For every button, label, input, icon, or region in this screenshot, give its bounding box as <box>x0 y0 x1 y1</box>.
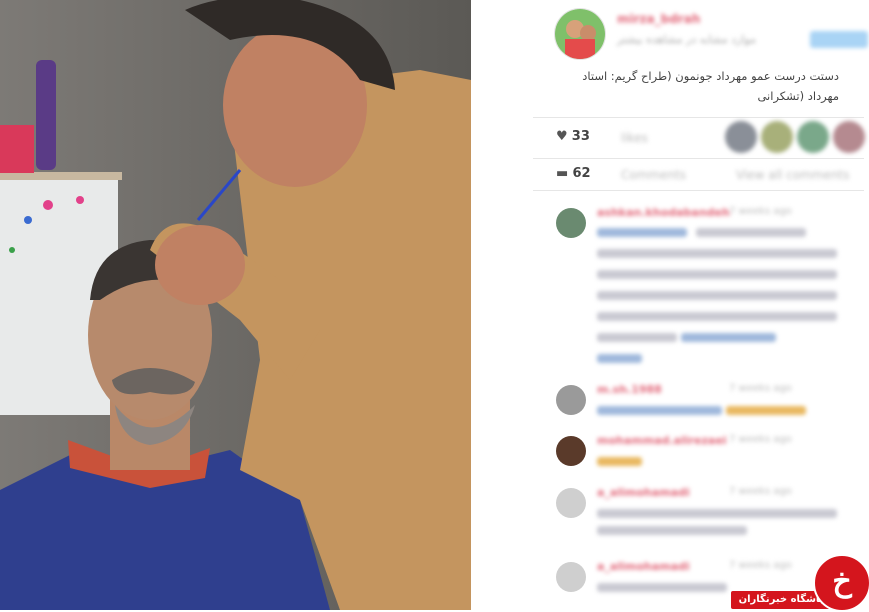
view-all-comments-link[interactable]: View all comments <box>736 168 849 182</box>
commenter-avatar[interactable] <box>556 562 586 592</box>
comment-username[interactable]: ashkan.khodabandeh <box>597 206 730 219</box>
liker-avatar[interactable] <box>761 121 793 153</box>
comment-text-line <box>597 354 642 363</box>
likers-row[interactable] <box>725 121 865 153</box>
commenter-avatar[interactable] <box>556 208 586 238</box>
comment-text-line <box>696 228 806 237</box>
comment-text-line <box>597 312 837 321</box>
divider <box>533 117 864 118</box>
comment-emoji-line <box>726 406 806 415</box>
comment-text-line <box>681 333 776 342</box>
comments-stat[interactable]: ▬ 62 <box>556 166 591 181</box>
likes-label: likes <box>621 131 648 145</box>
watermark-logo: خ <box>813 554 869 612</box>
post-caption: دستت درست عمو مهرداد جونمون (طراح گریم: … <box>582 69 839 103</box>
comment-time: 7 weeks ago <box>729 434 792 445</box>
liker-avatar[interactable] <box>797 121 829 153</box>
comment-text-line <box>597 333 677 342</box>
comment-item: m.sh.1988 7 weeks ago <box>556 383 866 425</box>
comment-time: 7 weeks ago <box>729 383 792 394</box>
comment-item: ashkan.khodabandeh 7 weeks ago <box>556 206 866 368</box>
comment-username[interactable]: m.sh.1988 <box>597 383 662 396</box>
comment-bubble-icon: ▬ <box>556 166 569 181</box>
owner-username[interactable]: mirza_bdrah <box>617 12 700 26</box>
owner-avatar-image <box>555 9 605 59</box>
comments-count: 62 <box>572 166 591 181</box>
comment-time: 7 weeks ago <box>729 206 792 217</box>
comment-text-line <box>597 509 837 518</box>
post-panel: mirza_bdrah موارد مشابه در مشاهده بیشتر … <box>471 0 869 610</box>
comment-text-line <box>597 406 722 415</box>
comment-username[interactable]: a_alimohamadi <box>597 486 690 499</box>
likes-stat[interactable]: ♥ 33 <box>556 129 590 144</box>
comment-emoji-line <box>597 457 642 466</box>
liker-avatar[interactable] <box>725 121 757 153</box>
comment-text-line <box>597 270 837 279</box>
commenter-avatar[interactable] <box>556 436 586 466</box>
likes-count: 33 <box>571 129 590 144</box>
liker-avatar[interactable] <box>833 121 865 153</box>
watermark-badge: باشگاه خبرنگاران خ <box>727 553 869 612</box>
comment-text-line <box>597 291 837 300</box>
divider <box>533 158 864 159</box>
heart-icon: ♥ <box>556 129 568 144</box>
comment-time: 7 weeks ago <box>729 486 792 497</box>
divider <box>533 190 864 191</box>
commenter-avatar[interactable] <box>556 385 586 415</box>
makeup-artist-photo <box>0 0 471 610</box>
follow-button[interactable] <box>810 31 868 48</box>
owner-subtitle: موارد مشابه در مشاهده بیشتر <box>617 33 757 46</box>
comment-item: mohammad.alirezaei 7 weeks ago <box>556 434 866 476</box>
comment-username[interactable]: mohammad.alirezaei <box>597 434 727 447</box>
comment-text-line <box>597 526 747 535</box>
comment-username[interactable]: a_alimohamadi <box>597 560 690 573</box>
post-photo[interactable] <box>0 0 471 610</box>
comment-text-line <box>597 249 837 258</box>
commenter-avatar[interactable] <box>556 488 586 518</box>
comment-text-line <box>597 583 727 592</box>
comment-text-line <box>597 228 687 237</box>
comment-item: a_alimohamadi 7 weeks ago <box>556 486 866 548</box>
owner-avatar[interactable] <box>554 8 606 60</box>
comments-label: Comments <box>621 168 687 182</box>
